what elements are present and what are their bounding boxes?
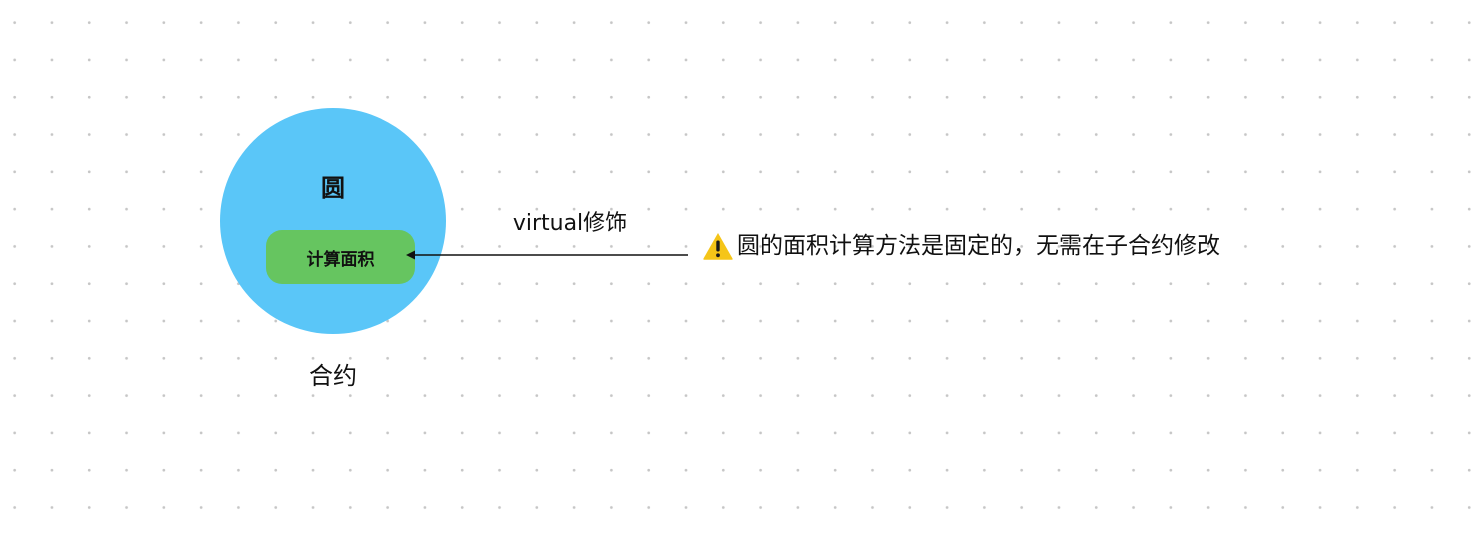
edge-arrow	[406, 250, 688, 260]
edge-label: virtual修饰	[512, 211, 628, 236]
warning-icon	[702, 231, 734, 261]
warning-note: 圆的面积计算方法是固定的，无需在子合约修改	[702, 229, 1220, 263]
diagram-canvas: 圆 计算面积 合约 virtual修饰 圆的面积计算方法是固定的，无需在子合约修…	[0, 0, 1471, 533]
note-text: 圆的面积计算方法是固定的，无需在子合约修改	[737, 233, 1220, 259]
arrow-head-icon	[406, 250, 415, 260]
